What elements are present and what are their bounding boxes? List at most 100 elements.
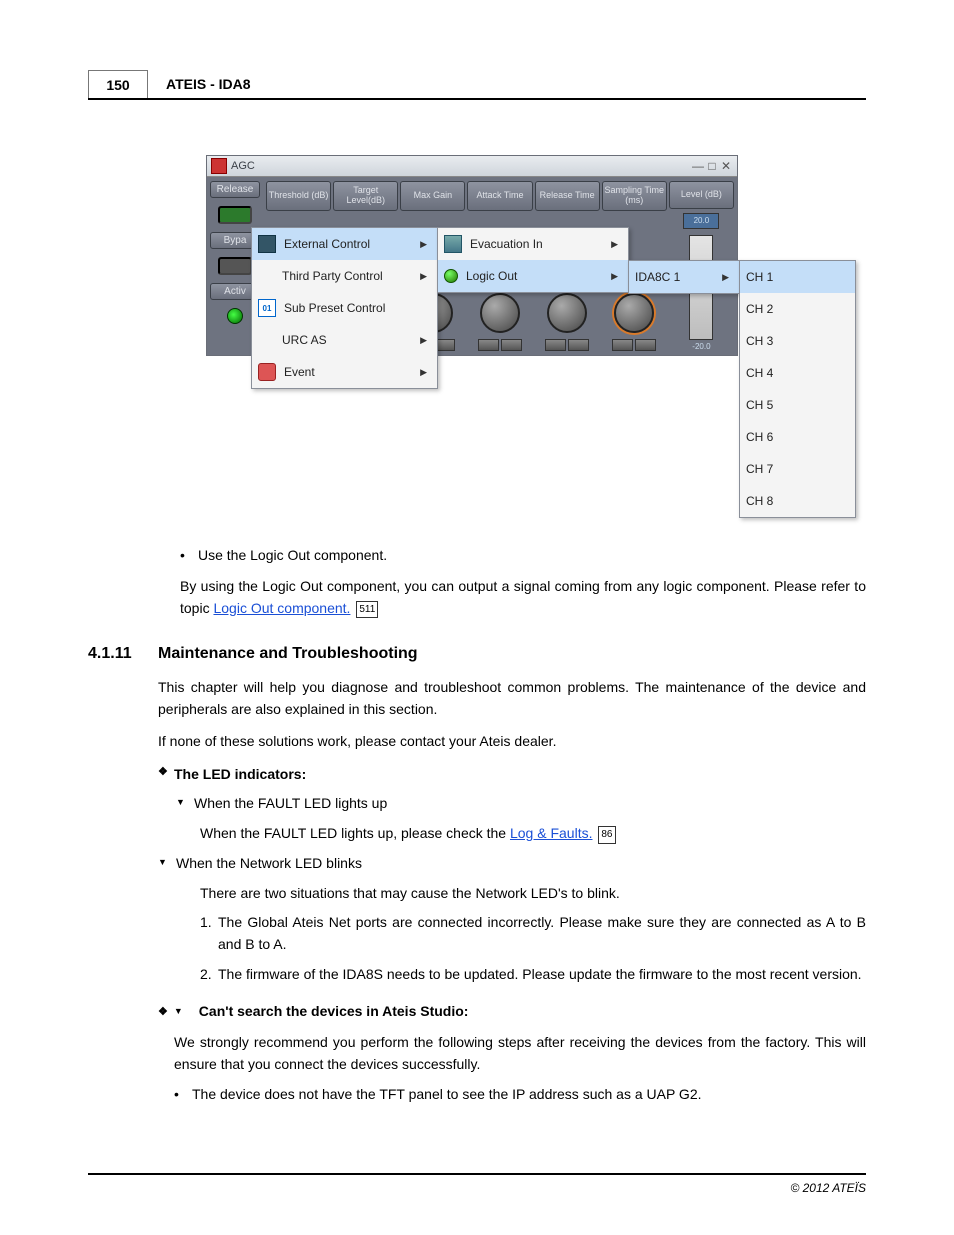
menu-label: CH 4	[746, 366, 773, 380]
header-title: ATEIS - IDA8	[148, 70, 251, 98]
fault-led-para: When the FAULT LED lights up, please che…	[200, 823, 866, 845]
triangle-icon: ▼	[158, 853, 176, 875]
context-menu-2: Evacuation In ▶ Logic Out ▶	[437, 227, 629, 293]
menu-ida8c1[interactable]: IDA8C 1 ▶	[629, 261, 739, 293]
num-label: 2.	[200, 964, 218, 986]
col-maxgain: Max Gain	[400, 181, 465, 211]
diamond-icon: ❖	[158, 764, 174, 785]
release-indicator	[218, 206, 252, 224]
close-icon[interactable]: ✕	[719, 159, 733, 173]
menu-label: Event	[284, 365, 315, 379]
menu-ch3[interactable]: CH 3	[740, 325, 855, 357]
levels-icon	[444, 235, 462, 253]
para-logic-out: By using the Logic Out component, you ca…	[180, 576, 866, 619]
menu-label: IDA8C 1	[635, 270, 680, 284]
page-ref-511: 511	[356, 601, 378, 619]
link-logic-out-component[interactable]: Logic Out component.	[213, 600, 350, 616]
menu-ch8[interactable]: CH 8	[740, 485, 855, 517]
cant-search-text: Can't search the devices in Ateis Studio…	[199, 1001, 469, 1022]
attack-knob[interactable]	[480, 293, 520, 333]
intro-para-1: This chapter will help you diagnose and …	[158, 677, 866, 720]
menu-urc-as[interactable]: URC AS ▶	[252, 324, 437, 356]
menu-ch2[interactable]: CH 2	[740, 293, 855, 325]
blank-icon	[258, 268, 274, 284]
active-led	[227, 308, 243, 324]
blank-icon	[258, 332, 274, 348]
section-title: Maintenance and Troubleshooting	[158, 645, 418, 663]
event-icon	[258, 363, 276, 381]
menu-external-control[interactable]: External Control ▶	[252, 228, 437, 260]
chevron-right-icon: ▶	[611, 271, 618, 282]
num-text: The firmware of the IDA8S needs to be up…	[218, 964, 862, 986]
menu-logic-out[interactable]: Logic Out ▶	[438, 260, 628, 292]
slider-icon	[258, 235, 276, 253]
level-top-box: 20.0	[683, 213, 719, 229]
menu-label: CH 5	[746, 398, 773, 412]
maximize-icon[interactable]: □	[705, 159, 719, 173]
knob-track	[545, 339, 589, 351]
menu-ch4[interactable]: CH 4	[740, 357, 855, 389]
bullet-icon: •	[180, 545, 198, 566]
col-threshold: Threshold (dB)	[266, 181, 331, 211]
chevron-right-icon: ▶	[420, 335, 427, 346]
col-release: Release Time	[535, 181, 600, 211]
menu-ch7[interactable]: CH 7	[740, 453, 855, 485]
release-knob[interactable]	[547, 293, 587, 333]
col-attack: Attack Time	[467, 181, 532, 211]
menu-third-party[interactable]: Third Party Control ▶	[252, 260, 437, 292]
menu-evacuation-in[interactable]: Evacuation In ▶	[438, 228, 628, 260]
chevron-right-icon: ▶	[611, 239, 618, 250]
page-footer: © 2012 ATEÏS	[88, 1173, 866, 1195]
menu-ch6[interactable]: CH 6	[740, 421, 855, 453]
chevron-right-icon: ▶	[420, 239, 427, 250]
tft-bullet: • The device does not have the TFT panel…	[174, 1084, 866, 1106]
bypass-indicator	[218, 257, 252, 275]
num-label: 1.	[200, 912, 218, 955]
menu-event[interactable]: Event ▶	[252, 356, 437, 388]
col-target: Target Level(dB)	[333, 181, 398, 211]
network-led-item: ▼ When the Network LED blinks	[158, 853, 866, 875]
preset-icon: 01	[258, 299, 276, 317]
context-menu-3: IDA8C 1 ▶	[628, 260, 740, 294]
intro-para-2: If none of these solutions work, please …	[158, 731, 866, 753]
menu-label: CH 1	[746, 270, 773, 284]
network-led-para: There are two situations that may cause …	[200, 883, 866, 905]
page-header: 150 ATEIS - IDA8	[88, 70, 866, 100]
agc-titlebar: AGC — □ ✕	[207, 156, 737, 177]
minimize-icon[interactable]: —	[691, 159, 705, 173]
context-menu-1: External Control ▶ Third Party Control ▶…	[251, 227, 438, 389]
tft-text: The device does not have the TFT panel t…	[192, 1084, 702, 1106]
context-menu-4: CH 1 CH 2 CH 3 CH 4 CH 5 CH 6 CH 7 CH 8	[739, 260, 856, 518]
agc-icon	[211, 158, 227, 174]
led-heading: ❖ The LED indicators:	[158, 764, 866, 785]
bullet-logic-out: • Use the Logic Out component.	[180, 545, 866, 566]
fault-led-item: ▼ When the FAULT LED lights up	[176, 793, 866, 815]
sampling-knob[interactable]	[614, 293, 654, 333]
col-level: Level (dB)	[669, 181, 734, 209]
menu-label: Sub Preset Control	[284, 301, 385, 315]
bullet-icon: •	[174, 1084, 192, 1106]
section-heading: 4.1.11 Maintenance and Troubleshooting	[88, 645, 866, 663]
knob-track	[478, 339, 522, 351]
triangle-icon: ▼	[176, 793, 194, 815]
chevron-right-icon: ▶	[722, 272, 729, 283]
menu-sub-preset[interactable]: 01 Sub Preset Control	[252, 292, 437, 324]
menu-label: CH 8	[746, 494, 773, 508]
menu-ch5[interactable]: CH 5	[740, 389, 855, 421]
menu-label: Logic Out	[466, 269, 517, 283]
menu-ch1[interactable]: CH 1	[740, 261, 855, 293]
link-log-faults[interactable]: Log & Faults.	[510, 825, 593, 841]
recommend-para: We strongly recommend you perform the fo…	[174, 1032, 866, 1075]
agc-screenshot: AGC — □ ✕ Release Bypa Activ Threshold (…	[206, 155, 856, 525]
menu-label: CH 2	[746, 302, 773, 316]
fault-led-text: When the FAULT LED lights up	[194, 793, 387, 815]
triangle-icon: ▼	[174, 1005, 183, 1019]
level-bottom-label: -20.0	[692, 342, 710, 351]
chevron-right-icon: ▶	[420, 271, 427, 282]
network-led-text: When the Network LED blinks	[176, 853, 362, 875]
release-button[interactable]: Release	[210, 181, 260, 198]
numbered-item-1: 1. The Global Ateis Net ports are connec…	[200, 912, 866, 955]
agc-title: AGC	[231, 160, 255, 172]
section-number: 4.1.11	[88, 645, 158, 663]
menu-label: External Control	[284, 237, 370, 251]
